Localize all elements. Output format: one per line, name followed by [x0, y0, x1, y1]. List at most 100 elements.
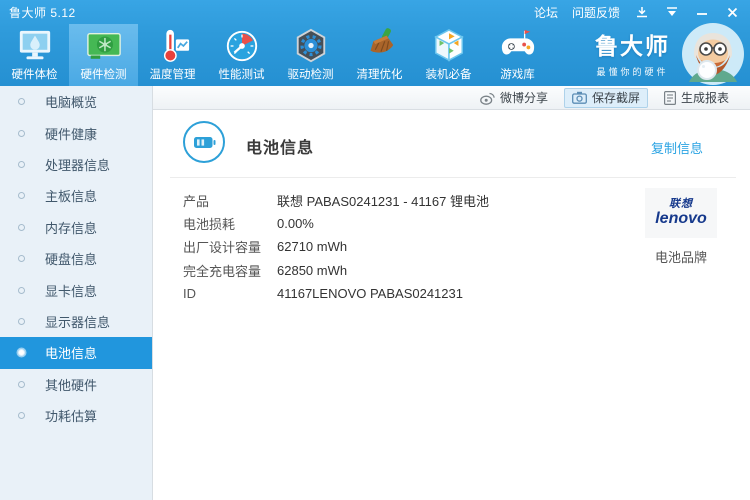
tool-essentials[interactable]: 装机必备 — [414, 24, 483, 86]
tool-temperature[interactable]: 温度管理 — [138, 24, 207, 86]
gpu-card-icon — [84, 27, 124, 65]
bullet-icon — [18, 223, 25, 231]
hex-gear-icon — [291, 27, 331, 65]
tool-game-library[interactable]: 游戏库 — [483, 24, 552, 86]
generate-report-button[interactable]: 生成报表 — [656, 88, 737, 108]
gamepad-icon — [498, 27, 538, 65]
weibo-share-label: 微博分享 — [499, 91, 548, 105]
bullet-icon — [18, 98, 25, 106]
sidebar-item-label: 主板信息 — [45, 189, 98, 205]
sidebar-item-label: 硬盘信息 — [45, 252, 98, 268]
bullet-icon — [18, 412, 25, 420]
header-divider — [170, 177, 736, 178]
generate-report-label: 生成报表 — [680, 91, 729, 105]
main-content: 电池信息 复制信息 产品 联想 PABAS0241231 - 41167 锂电池… — [153, 110, 750, 500]
sidebar-item-hardware-health[interactable]: 硬件健康 — [0, 117, 152, 148]
row-label: ID — [183, 285, 196, 301]
forum-link[interactable]: 论坛 — [534, 4, 558, 21]
brand-name: 鲁大师 — [595, 33, 670, 59]
row-value: 联想 PABAS0241231 - 41167 锂电池 — [277, 194, 489, 210]
sidebar-item-monitor-info[interactable]: 显示器信息 — [0, 306, 152, 337]
page-title: 电池信息 — [246, 140, 315, 157]
sidebar-item-label: 显示器信息 — [45, 314, 111, 330]
save-screenshot-button[interactable]: 保存截屏 — [563, 87, 648, 108]
row-label: 出厂设计容量 — [183, 240, 262, 256]
camera-icon — [572, 91, 587, 104]
battery-brand-panel: 联想 lenovo 电池品牌 — [645, 188, 717, 266]
top-blue-header: 鲁大师 5.12 论坛 问题反馈 硬件体检 硬件检测 温度管理 性能测试 驱动检… — [0, 0, 750, 86]
table-row: 产品 联想 PABAS0241231 - 41167 锂电池 — [183, 189, 489, 212]
download-icon[interactable] — [634, 5, 650, 19]
action-bar: 微博分享 保存截屏 生成报表 — [153, 86, 750, 110]
tool-hardware-checkup[interactable]: 硬件体检 — [0, 24, 69, 86]
sidebar-item-power-estimate[interactable]: 功耗估算 — [0, 400, 152, 431]
weibo-share-button[interactable]: 微博分享 — [472, 88, 556, 108]
table-row: 电池损耗 0.00% — [183, 212, 489, 235]
sidebar-item-label: 电池信息 — [45, 346, 98, 362]
row-label: 电池损耗 — [183, 217, 236, 233]
battery-icon — [183, 121, 225, 163]
copy-info-link[interactable]: 复制信息 — [651, 138, 703, 157]
sidebar-item-memory-info[interactable]: 内存信息 — [0, 212, 152, 243]
row-label: 完全充电容量 — [183, 263, 262, 279]
bullet-icon — [18, 129, 25, 137]
tool-label: 硬件体检 — [11, 69, 58, 81]
row-label: 产品 — [183, 194, 210, 210]
tool-label: 驱动检测 — [287, 69, 334, 81]
monitor-drop-icon — [15, 27, 55, 65]
tool-driver-detect[interactable]: 驱动检测 — [276, 24, 345, 86]
sidebar: 电脑概览 硬件健康 处理器信息 主板信息 内存信息 硬盘信息 显卡信息 显示器信… — [0, 86, 153, 500]
tool-label: 温度管理 — [149, 69, 196, 81]
report-icon — [663, 90, 676, 105]
thermometer-chart-icon — [153, 27, 193, 65]
tool-label: 装机必备 — [425, 69, 472, 81]
sidebar-item-label: 显卡信息 — [45, 283, 98, 299]
bullet-icon — [18, 317, 25, 325]
sidebar-item-battery-info[interactable]: 电池信息 — [0, 337, 152, 369]
tool-label: 游戏库 — [500, 69, 535, 81]
battery-brand-caption: 电池品牌 — [654, 250, 707, 265]
sidebar-item-motherboard-info[interactable]: 主板信息 — [0, 180, 152, 211]
bullet-icon — [18, 286, 25, 294]
row-value: 62850 mWh — [277, 262, 348, 278]
bullet-icon — [18, 160, 25, 168]
weibo-icon — [480, 91, 495, 105]
sidebar-item-label: 电脑概览 — [45, 95, 98, 111]
tool-label: 硬件检测 — [80, 69, 127, 81]
sidebar-item-disk-info[interactable]: 硬盘信息 — [0, 243, 152, 274]
sidebar-item-other-hardware[interactable]: 其他硬件 — [0, 369, 152, 400]
row-value: 62710 mWh — [277, 239, 348, 255]
skin-icon[interactable] — [664, 5, 680, 19]
feedback-link[interactable]: 问题反馈 — [572, 4, 620, 21]
tool-hardware-detect[interactable]: 硬件检测 — [69, 24, 138, 86]
sidebar-item-label: 功耗估算 — [45, 409, 98, 425]
row-value: 41167LENOVO PABAS0241231 — [277, 285, 463, 301]
tool-label: 清理优化 — [356, 69, 403, 81]
bullet-icon — [18, 349, 25, 357]
battery-info-table: 产品 联想 PABAS0241231 - 41167 锂电池 电池损耗 0.00… — [183, 189, 489, 305]
mascot-avatar — [681, 22, 745, 86]
save-screenshot-label: 保存截屏 — [591, 91, 640, 105]
minimize-icon[interactable] — [694, 5, 710, 19]
sidebar-item-label: 其他硬件 — [45, 377, 98, 393]
tool-performance-test[interactable]: 性能测试 — [207, 24, 276, 86]
sidebar-item-label: 内存信息 — [45, 220, 98, 236]
lenovo-logo: 联想 lenovo — [645, 188, 717, 238]
table-row: 完全充电容量 62850 mWh — [183, 259, 489, 282]
sidebar-item-processor-info[interactable]: 处理器信息 — [0, 149, 152, 180]
toolbar: 硬件体检 硬件检测 温度管理 性能测试 驱动检测 清理优化 装机必备 游戏库 — [0, 24, 552, 86]
table-row: 出厂设计容量 62710 mWh — [183, 235, 489, 258]
cube-icon — [429, 27, 469, 65]
sidebar-item-computer-overview[interactable]: 电脑概览 — [0, 86, 152, 117]
app-title: 鲁大师 5.12 — [9, 5, 76, 20]
tool-cleanup[interactable]: 清理优化 — [345, 24, 414, 86]
table-row: ID 41167LENOVO PABAS0241231 — [183, 282, 489, 305]
titlebar-right: 论坛 问题反馈 — [534, 4, 750, 21]
bullet-icon — [18, 192, 25, 200]
brand-block: 鲁大师 最懂你的硬件 — [595, 27, 670, 78]
tool-label: 性能测试 — [218, 69, 265, 81]
sidebar-item-label: 硬件健康 — [45, 126, 98, 142]
sidebar-item-gpu-info[interactable]: 显卡信息 — [0, 274, 152, 305]
brand-tagline: 最懂你的硬件 — [596, 67, 669, 77]
close-icon[interactable] — [724, 5, 740, 19]
